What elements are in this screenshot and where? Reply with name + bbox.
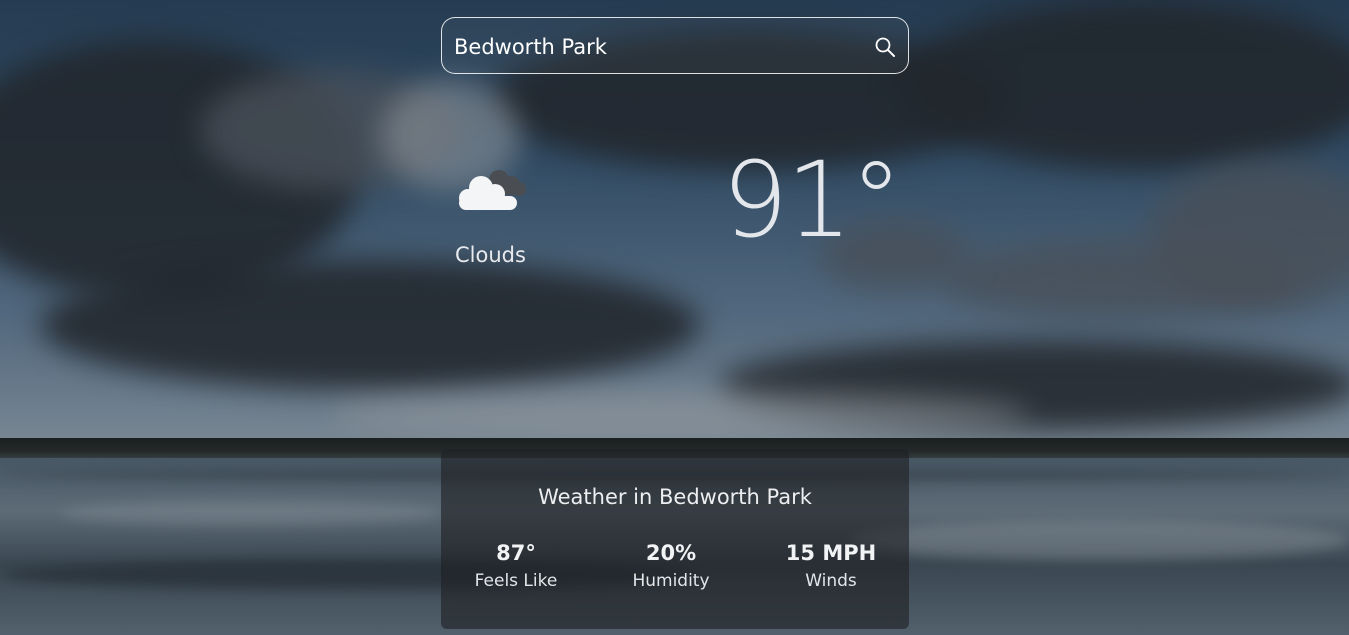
winds-label: Winds — [805, 571, 857, 591]
temperature-value: 91° — [722, 139, 902, 261]
search-input[interactable] — [454, 18, 864, 75]
search-bar — [441, 17, 909, 75]
feels-like-label: Feels Like — [474, 571, 558, 591]
winds-stat: 15 MPH Winds — [756, 541, 906, 591]
clouds-icon — [455, 166, 529, 214]
humidity-label: Humidity — [632, 571, 710, 591]
panel-title: Weather in Bedworth Park — [538, 485, 812, 509]
condition-label: Clouds — [455, 243, 526, 267]
feels-like-stat: 87° Feels Like — [441, 541, 591, 591]
search-icon[interactable] — [874, 36, 896, 58]
humidity-value: 20% — [645, 541, 697, 565]
details-panel: Weather in Bedworth Park 87° Feels Like … — [441, 449, 909, 629]
humidity-stat: 20% Humidity — [596, 541, 746, 591]
winds-value: 15 MPH — [785, 541, 877, 565]
feels-like-value: 87° — [496, 541, 536, 565]
